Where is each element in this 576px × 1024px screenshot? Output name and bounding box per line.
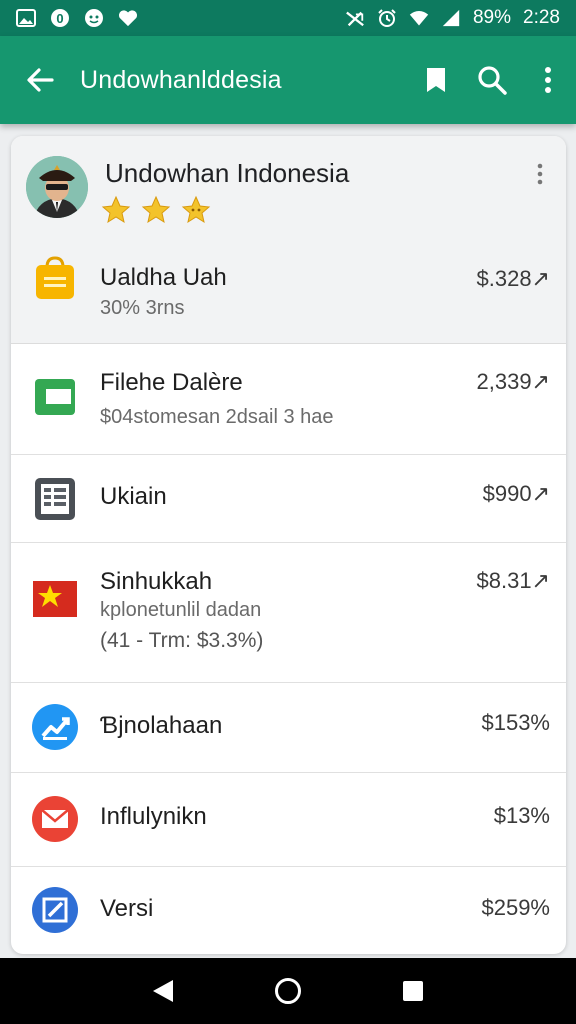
alarm-icon <box>377 8 397 28</box>
status-bar: 0 89% 2:28 <box>0 0 576 36</box>
green-card-icon <box>31 373 79 421</box>
system-nav-bar <box>0 958 576 1024</box>
list-item[interactable]: Sinhukkah kplonetunlil dadan (41 - Trm: … <box>11 543 566 683</box>
avatar <box>26 156 88 218</box>
row-title: Influlynikn <box>100 803 207 830</box>
row-title: Ɓjnolahaan <box>100 712 223 739</box>
sync-icon: 0 <box>50 8 70 28</box>
star-flag-icon <box>31 575 79 623</box>
mail-circle-icon <box>31 795 79 843</box>
row-value: $990↗ <box>482 481 550 506</box>
arrow-back-icon <box>27 68 54 92</box>
list-item[interactable]: Influlynikn $13% <box>11 773 566 867</box>
status-left: 0 <box>16 8 138 28</box>
row-title: Filehe Dalère <box>100 369 243 396</box>
star-icon <box>181 195 211 224</box>
row-subtitle: $04stomesan 2dsail 3 hae <box>100 406 334 428</box>
signal-icon <box>441 8 461 28</box>
row-subtitle: 30% 3rns <box>100 297 185 319</box>
row-title: Sinhukkah <box>100 568 213 595</box>
chart-circle-icon <box>31 703 79 751</box>
edit-circle-icon <box>31 886 79 934</box>
row-subtitle-detail: (41 - Trm: $3.3%) <box>100 629 264 652</box>
card-more-button[interactable] <box>528 160 552 188</box>
nav-home-button[interactable] <box>268 971 308 1011</box>
list-item[interactable]: Ukiain $990↗ <box>11 455 566 543</box>
row-value: $13% <box>493 803 550 828</box>
circle-home-icon <box>274 978 301 1004</box>
no-signal-icon <box>345 8 365 28</box>
rating-stars <box>101 195 211 225</box>
row-value: $259% <box>481 895 550 920</box>
row-value: $8.31↗ <box>476 568 551 593</box>
app-bar: Undowhanlddesia <box>0 36 576 124</box>
star-icon <box>101 195 131 224</box>
square-recents-icon <box>403 981 424 1001</box>
list-item[interactable]: Ɓjnolahaan $153% <box>11 683 566 773</box>
shopping-bag-icon <box>31 254 79 302</box>
search-icon <box>478 66 507 95</box>
row-title: Ualdha Uah <box>100 264 227 291</box>
triangle-back-icon <box>152 980 173 1002</box>
wifi-icon <box>409 8 429 28</box>
list-item[interactable]: Filehe Dalère $04stomesan 2dsail 3 hae 2… <box>11 344 566 455</box>
more-vert-icon <box>537 163 543 185</box>
page-title: Undowhanlddesia <box>80 65 282 94</box>
bookmark-icon <box>427 68 445 92</box>
row-value: 2,339↗ <box>476 369 551 394</box>
chat-icon <box>84 8 104 28</box>
star-icon <box>141 195 171 224</box>
back-button[interactable] <box>0 36 80 124</box>
row-subtitle: kplonetunlil dadan <box>100 599 262 621</box>
nav-recents-button[interactable] <box>393 971 433 1011</box>
search-button[interactable] <box>464 36 520 124</box>
clock-text: 2:28 <box>523 7 560 28</box>
svg-text:0: 0 <box>56 11 63 26</box>
more-options-button[interactable] <box>520 36 576 124</box>
status-right: 89% 2:28 <box>345 7 560 29</box>
row-value: $153% <box>481 710 550 735</box>
heart-icon <box>118 8 138 28</box>
card-header: Undowhan Indonesia Ualdha Uah 30% 3rns $… <box>11 136 566 344</box>
bookmark-button[interactable] <box>408 36 464 124</box>
card-title: Undowhan Indonesia <box>105 158 350 188</box>
more-vert-icon <box>545 67 551 93</box>
row-value: $.328↗ <box>476 266 551 291</box>
row-title: Versi <box>100 895 154 922</box>
battery-text: 89% <box>472 7 512 28</box>
gallery-icon <box>16 8 36 28</box>
nav-back-button[interactable] <box>143 971 183 1011</box>
main-card: Undowhan Indonesia Ualdha Uah 30% 3rns $… <box>11 136 566 954</box>
ledger-icon <box>31 475 79 523</box>
list-item[interactable]: Versi $259% <box>11 867 566 954</box>
row-title: Ukiain <box>100 483 167 510</box>
